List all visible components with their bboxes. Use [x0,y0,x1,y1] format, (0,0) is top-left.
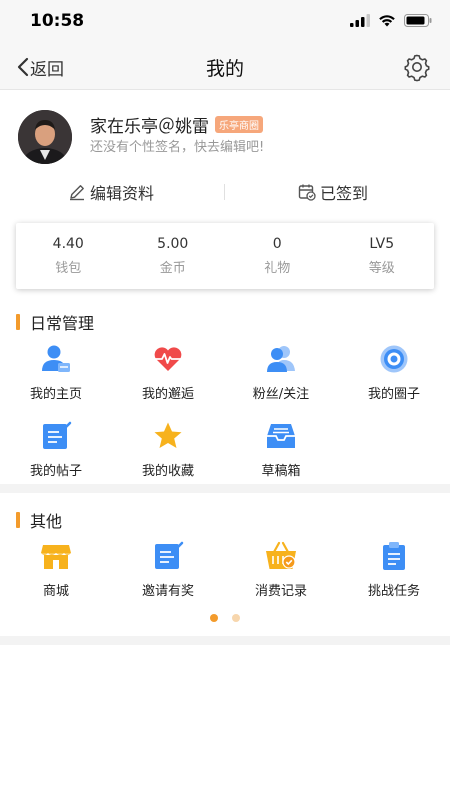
page-dot-active[interactable] [210,614,218,622]
grid-item-label: 我的主页 [29,387,82,402]
grid-item-fans-follow[interactable]: 粉丝/关注 [225,343,337,402]
community-tag: 乐亭商圈 [215,116,263,133]
gear-icon[interactable] [402,52,432,82]
stat-label: 等级 [368,261,395,276]
nickname-row: 家在乐亭＠姚雷 乐亭商圈 [90,112,263,137]
grid-item-my-homepage[interactable]: 我的主页 [0,343,112,402]
edit-profile-button[interactable]: 编辑资料 [68,180,154,204]
grid-item-challenge-task[interactable]: 挑战任务 [338,540,450,599]
grid-item-label: 粉丝/关注 [252,387,310,402]
grid-item-my-encounters[interactable]: 我的邂逅 [112,343,224,402]
fans-icon [267,346,295,372]
grid-item-label: 我的邂逅 [141,387,194,402]
page-title: 我的 [205,58,244,80]
post-edit-icon [43,421,72,449]
signed-in-label: 已签到 [320,184,369,203]
stats-card: 4.40 钱包 5.00 金币 0 礼物 LV5 等级 [16,223,434,289]
heart-pulse-icon [154,347,182,371]
daily-title-text: 日常管理 [30,314,95,333]
stat-value: LV5 [369,236,395,252]
pencil-icon [70,185,84,201]
invite-edit-icon [155,541,184,569]
grid-item-shop[interactable]: 商城 [0,540,112,599]
stat-label: 金币 [159,261,186,276]
nickname: 家在乐亭＠姚雷 [90,117,209,137]
navigation-bar: 返回 我的 [0,44,450,90]
stat-label: 钱包 [55,261,82,276]
section-accent-bar [16,314,20,330]
signature[interactable]: 还没有个性签名，快去编辑吧! [90,136,264,155]
basket-check-icon [266,541,296,569]
grid-item-drafts[interactable]: 草稿箱 [225,420,337,479]
status-bar: 10:58 [0,0,450,44]
stat-level[interactable]: LV5 等级 [330,223,435,289]
battery-icon [404,14,432,27]
grid-item-my-favorites[interactable]: 我的收藏 [112,420,224,479]
clipboard-task-icon [383,542,405,570]
grid-item-label: 我的圈子 [367,387,420,402]
status-time: 10:58 [30,11,85,31]
edit-profile-label: 编辑资料 [90,184,155,203]
stat-wallet[interactable]: 4.40 钱包 [16,223,121,289]
circle-target-icon [380,345,408,373]
signed-in-button[interactable]: 已签到 [298,180,368,204]
grid-item-label: 邀请有奖 [141,584,194,599]
grid-item-label: 草稿箱 [261,464,301,479]
grid-item-label: 消费记录 [254,584,307,599]
section-divider [0,484,450,493]
inbox-tray-icon [267,424,295,448]
other-section-title: 其他 [16,508,62,532]
section-accent-bar [16,512,20,528]
star-icon [154,422,182,448]
cellular-signal-icon [350,14,370,27]
grid-item-invite-reward[interactable]: 邀请有奖 [112,540,224,599]
other-title-text: 其他 [30,512,63,531]
section-divider [0,636,450,645]
user-home-icon [42,345,70,372]
grid-item-label: 挑战任务 [367,584,420,599]
profile-actions: 编辑资料 已签到 [0,178,450,208]
calendar-check-icon [298,184,316,201]
grid-item-label: 商城 [42,584,69,599]
wifi-icon [379,15,395,27]
stat-value: 0 [272,236,282,252]
avatar-image [18,110,72,164]
profile-section: 家在乐亭＠姚雷 乐亭商圈 还没有个性签名，快去编辑吧! 编辑资料 已签到 [0,90,450,220]
page-indicator [210,614,240,622]
stat-label: 礼物 [264,261,291,276]
action-divider [224,184,225,200]
stat-coins[interactable]: 5.00 金币 [121,223,226,289]
stat-value: 4.40 [52,236,84,252]
grid-item-label: 我的帖子 [29,464,82,479]
grid-item-my-circles[interactable]: 我的圈子 [338,343,450,402]
grid-item-my-posts[interactable]: 我的帖子 [0,420,112,479]
page-dot[interactable] [232,614,240,622]
grid-item-spending-record[interactable]: 消费记录 [225,540,337,599]
stat-gifts[interactable]: 0 礼物 [225,223,330,289]
grid-item-label: 我的收藏 [141,464,194,479]
daily-section-title: 日常管理 [16,310,94,334]
shop-icon [41,545,71,569]
avatar[interactable] [18,110,72,164]
stat-value: 5.00 [157,236,189,252]
status-icons [350,14,432,27]
